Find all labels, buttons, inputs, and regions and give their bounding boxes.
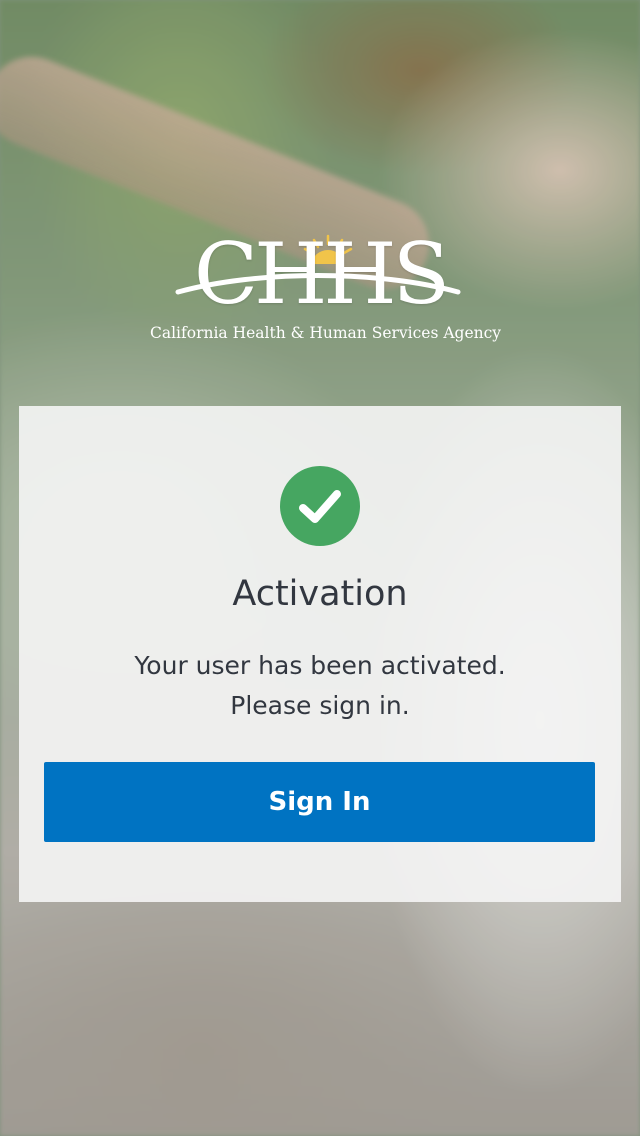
activation-message: Your user has been activated. Please sig…: [19, 646, 621, 726]
checkmark-icon: [299, 490, 341, 523]
sign-in-button[interactable]: Sign In: [44, 762, 595, 842]
logo-swoosh: [175, 273, 461, 295]
activation-card: Activation Your user has been activated.…: [19, 406, 621, 902]
message-line-1: Your user has been activated.: [134, 651, 506, 680]
chhs-logo: CHHS California Health & Human Services …: [150, 228, 502, 348]
success-badge: [280, 466, 360, 546]
logo-tagline: California Health & Human Services Agenc…: [150, 324, 502, 342]
activation-screen: CHHS California Health & Human Services …: [0, 0, 640, 1136]
activation-title: Activation: [232, 574, 408, 614]
message-line-2: Please sign in.: [230, 691, 410, 720]
